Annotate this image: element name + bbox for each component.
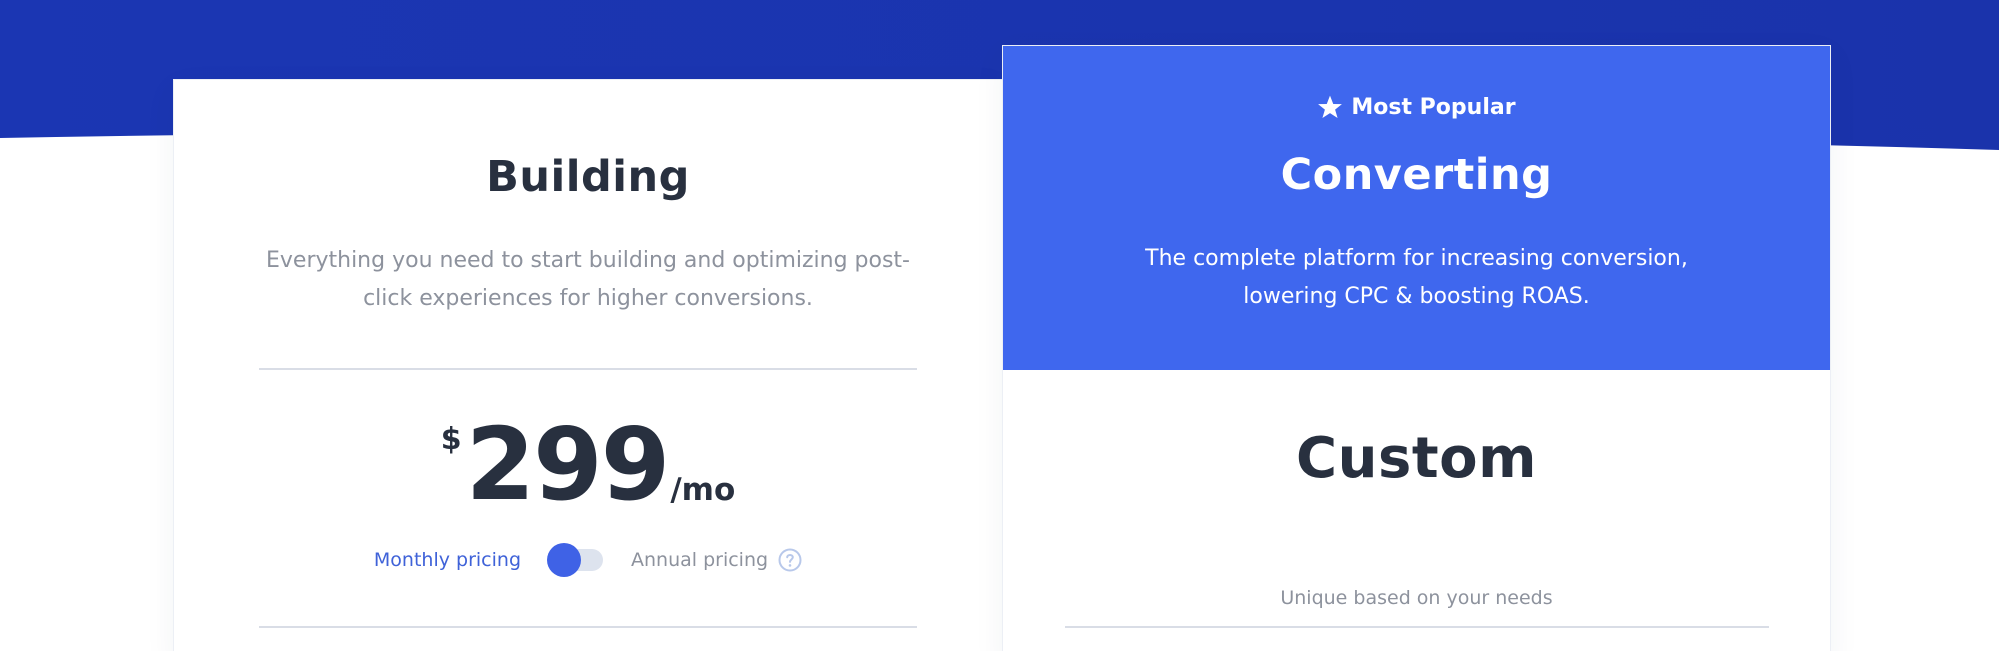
most-popular-badge: Most Popular: [1003, 94, 1830, 120]
billing-period-toggle[interactable]: [547, 543, 605, 577]
plan-card-building: Building Everything you need to start bu…: [174, 80, 1002, 651]
divider: [259, 368, 917, 370]
plan-description-converting: The complete platform for increasing con…: [1145, 246, 1688, 309]
price-period: /mo: [670, 472, 736, 508]
custom-price-subtitle: Unique based on your needs: [1280, 587, 1553, 609]
pricing-section: Building Everything you need to start bu…: [0, 0, 1999, 651]
price-amount: 299: [465, 406, 671, 523]
most-popular-label: Most Popular: [1351, 94, 1516, 120]
star-icon: [1318, 95, 1343, 119]
price-currency: $: [440, 422, 462, 457]
plan-card-converting: Most Popular Converting The complete pla…: [1003, 46, 1830, 651]
annual-pricing-label[interactable]: Annual pricing: [631, 549, 768, 571]
plan-title-converting: Converting: [1280, 150, 1553, 200]
monthly-pricing-label[interactable]: Monthly pricing: [374, 549, 521, 571]
plan-description-building: Everything you need to start building an…: [265, 248, 910, 311]
plan-title-building: Building: [486, 152, 690, 202]
divider: [1065, 626, 1769, 628]
divider: [259, 626, 917, 628]
toggle-knob: [547, 543, 581, 577]
billing-toggle-row: Monthly pricing Annual pricing: [174, 540, 1002, 580]
price-display: $299/mo: [174, 410, 1002, 520]
custom-price-title: Custom: [1296, 426, 1537, 491]
most-popular-band: Most Popular Converting The complete pla…: [1003, 46, 1830, 370]
question-circle-icon[interactable]: [778, 548, 802, 572]
